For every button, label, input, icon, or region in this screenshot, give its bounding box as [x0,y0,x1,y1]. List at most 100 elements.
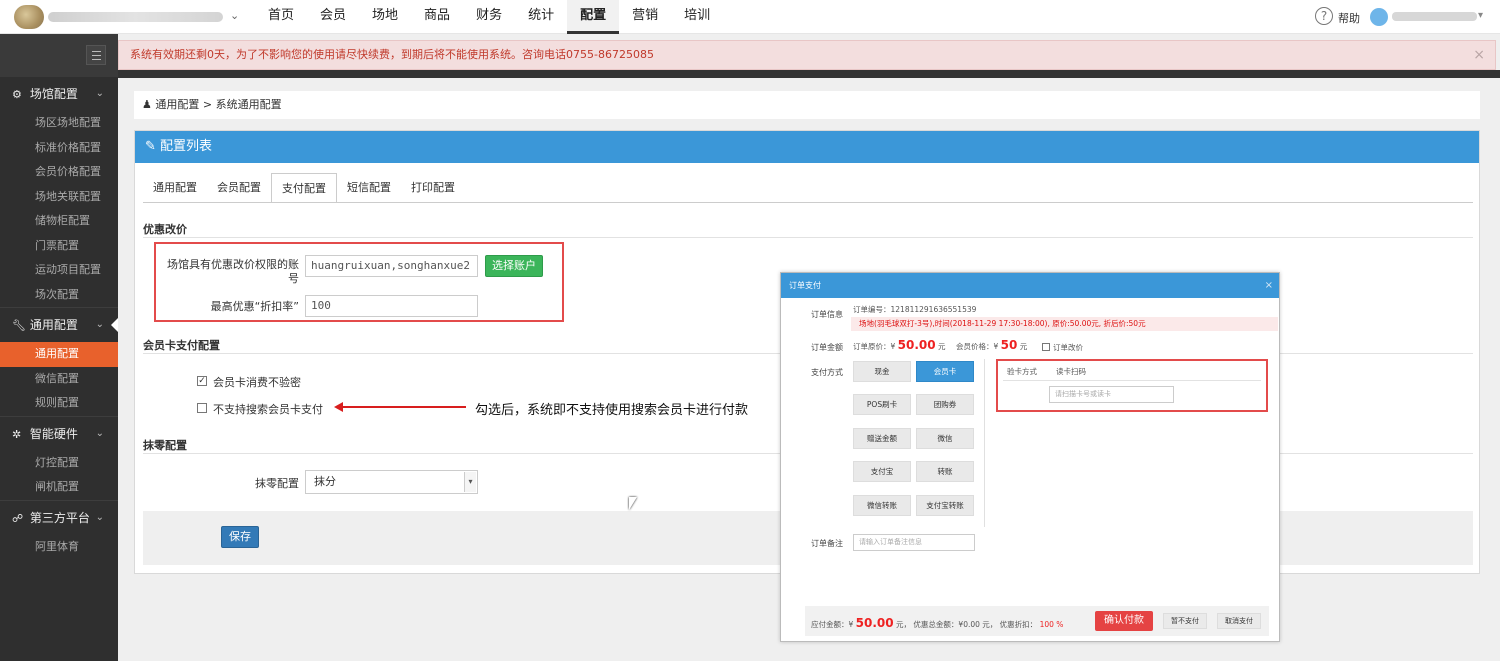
account-input[interactable]: huangruixuan,songhanxue2 [305,255,478,277]
pay-member-card-button[interactable]: 会员卡 [916,361,974,382]
config-tabs: 通用配置 会员配置 支付配置 短信配置 打印配置 [143,173,465,203]
sidebar-group-general-config[interactable]: 🔧︎ 通用配置 ⌄ [0,308,118,342]
sidebar-item[interactable]: 运动项目配置 [0,258,118,283]
account-label: 场馆具有优惠改价权限的账号 [167,258,299,285]
divider [143,202,1473,203]
pay-transfer-button[interactable]: 转账 [916,461,974,482]
mouse-cursor-icon [629,497,637,510]
change-price-label: 订单改价 [1053,343,1083,352]
sidebar-item[interactable]: 会员价格配置 [0,160,118,185]
divider [118,70,1500,78]
sidebar-item[interactable]: 场区场地配置 [0,111,118,136]
nav-home[interactable]: 首页 [255,0,307,34]
original-price: 订单原价：¥ 50.00 元 [853,338,946,352]
sidebar-item[interactable]: 闸机配置 [0,475,118,500]
sidebar-group-venue-config[interactable]: ⚙ 场馆配置 ⌄ [0,77,118,111]
sidebar-item[interactable]: 场次配置 [0,283,118,308]
sidebar-toggle-area [0,34,118,77]
chevron-down-icon[interactable]: ⌄ [230,9,239,22]
order-info-label: 订单信息 [811,310,843,319]
edit-icon: ✎ [145,139,156,154]
chevron-down-icon: ⌄ [95,511,104,523]
sidebar-item-general-config[interactable]: 通用配置 [0,342,118,367]
breadcrumb: ♟ 通用配置 > 系统通用配置 [134,91,1480,119]
sidebar-group-smart-hardware[interactable]: ✲ 智能硬件 ⌄ [0,417,118,451]
change-price-checkbox[interactable] [1042,343,1050,351]
help-link[interactable]: 帮助 [1338,10,1360,26]
checkbox-label: 不支持搜索会员卡支付 [213,403,323,416]
order-detail: 场地(羽毛球双打-3号),时间(2018-11-29 17:30-18:00),… [851,317,1278,331]
sidebar-item[interactable]: 门票配置 [0,234,118,259]
nav-marketing[interactable]: 营销 [619,0,671,34]
checkbox-no-password[interactable]: ✓ [197,376,207,386]
sidebar-group-label: 智能硬件 [29,426,78,441]
venue-logo[interactable] [14,5,44,29]
confirm-payment-button[interactable]: 确认付款 [1095,611,1153,631]
hamburger-icon[interactable] [86,45,106,65]
divider [143,237,1473,238]
sidebar-item[interactable]: 灯控配置 [0,451,118,476]
sidebar-group-label: 场馆配置 [29,87,78,101]
user-avatar[interactable] [1370,8,1388,26]
sidebar-item[interactable]: 储物柜配置 [0,209,118,234]
checkbox-no-search-pay[interactable] [197,403,207,413]
close-icon[interactable]: × [1265,273,1273,298]
save-button[interactable]: 保存 [221,526,259,548]
dialog-title: 订单支付 [789,281,821,290]
section-title-rounding: 抹零配置 [143,439,187,452]
nav-config[interactable]: 配置 [567,0,620,34]
sidebar-item[interactable]: 标准价格配置 [0,136,118,161]
rate-input[interactable]: 100 [305,295,478,317]
pay-alipay-transfer-button[interactable]: 支付宝转账 [916,495,974,516]
pay-group-coupon-button[interactable]: 团购券 [916,394,974,415]
help-icon[interactable]: ? [1315,7,1333,25]
card-number-input[interactable]: 请扫描卡号或读卡 [1049,386,1174,403]
tab-sms[interactable]: 短信配置 [337,173,401,203]
breadcrumb-text: 通用配置 > 系统通用配置 [155,98,282,111]
close-icon[interactable]: × [1473,41,1485,69]
nav-member[interactable]: 会员 [307,0,359,34]
cancel-payment-button[interactable]: 取消支付 [1217,613,1261,629]
verify-value[interactable]: 读卡扫码 [1056,366,1086,377]
order-number: 订单编号：121811291636551539 [853,305,977,314]
tab-payment[interactable]: 支付配置 [271,173,337,203]
rounding-select[interactable]: 抹分 ▾ [305,470,478,494]
sidebar-item[interactable]: 规则配置 [0,391,118,416]
pay-gift-amount-button[interactable]: 赠送金额 [853,428,911,449]
chevron-down-icon[interactable]: ▾ [1478,10,1483,21]
sidebar-item[interactable]: 阿里体育 [0,535,118,560]
hold-payment-button[interactable]: 暂不支付 [1163,613,1207,629]
user-icon: ♟ [142,98,152,111]
nav-finance[interactable]: 财务 [463,0,515,34]
annotation-text: 勾选后，系统即不支持使用搜索会员卡进行付款 [475,403,749,418]
dialog-footer: 应付金额：¥ 50.00 元， 优惠总金额：¥0.00 元， 优惠折扣： 100… [805,606,1269,636]
nav-venue[interactable]: 场地 [359,0,411,34]
pay-alipay-button[interactable]: 支付宝 [853,461,911,482]
tab-general[interactable]: 通用配置 [143,173,207,203]
expiry-alert: 系统有效期还剩0天，为了不影响您的使用请尽快续费，到期后将不能使用系统。咨询电话… [118,40,1496,70]
rate-label: 最高优惠“折扣率” [210,300,299,313]
select-account-button[interactable]: 选择账户 [485,255,543,277]
payable-amount: 应付金额：¥ 50.00 元， 优惠总金额：¥0.00 元， 优惠折扣： 100… [811,616,1064,630]
pay-wechat-button[interactable]: 微信 [916,428,974,449]
pay-cash-button[interactable]: 现金 [853,361,911,382]
sidebar-group-third-party[interactable]: ☍ 第三方平台 ⌄ [0,501,118,535]
chevron-down-icon: ⌄ [95,319,104,330]
rounding-label: 抹零配置 [255,477,299,490]
tab-member[interactable]: 会员配置 [207,173,271,203]
nav-stats[interactable]: 统计 [515,0,567,34]
pay-pos-button[interactable]: POS刷卡 [853,394,911,415]
tab-print[interactable]: 打印配置 [401,173,465,203]
section-title-card-pay: 会员卡支付配置 [143,339,220,352]
annotation-arrow [341,406,466,408]
user-name-blurred[interactable] [1392,12,1477,21]
nav-training[interactable]: 培训 [671,0,723,34]
order-payment-dialog: 订单支付 × 订单信息 订单编号：121811291636551539 场地(羽… [780,272,1280,642]
nav-goods[interactable]: 商品 [411,0,463,34]
remark-input[interactable]: 请输入订单备注信息 [853,534,975,551]
verify-label: 验卡方式 [1007,367,1037,376]
sidebar-item[interactable]: 微信配置 [0,367,118,392]
pay-wechat-transfer-button[interactable]: 微信转账 [853,495,911,516]
sidebar-item[interactable]: 场地关联配置 [0,185,118,210]
panel-title: 配置列表 [160,139,213,154]
